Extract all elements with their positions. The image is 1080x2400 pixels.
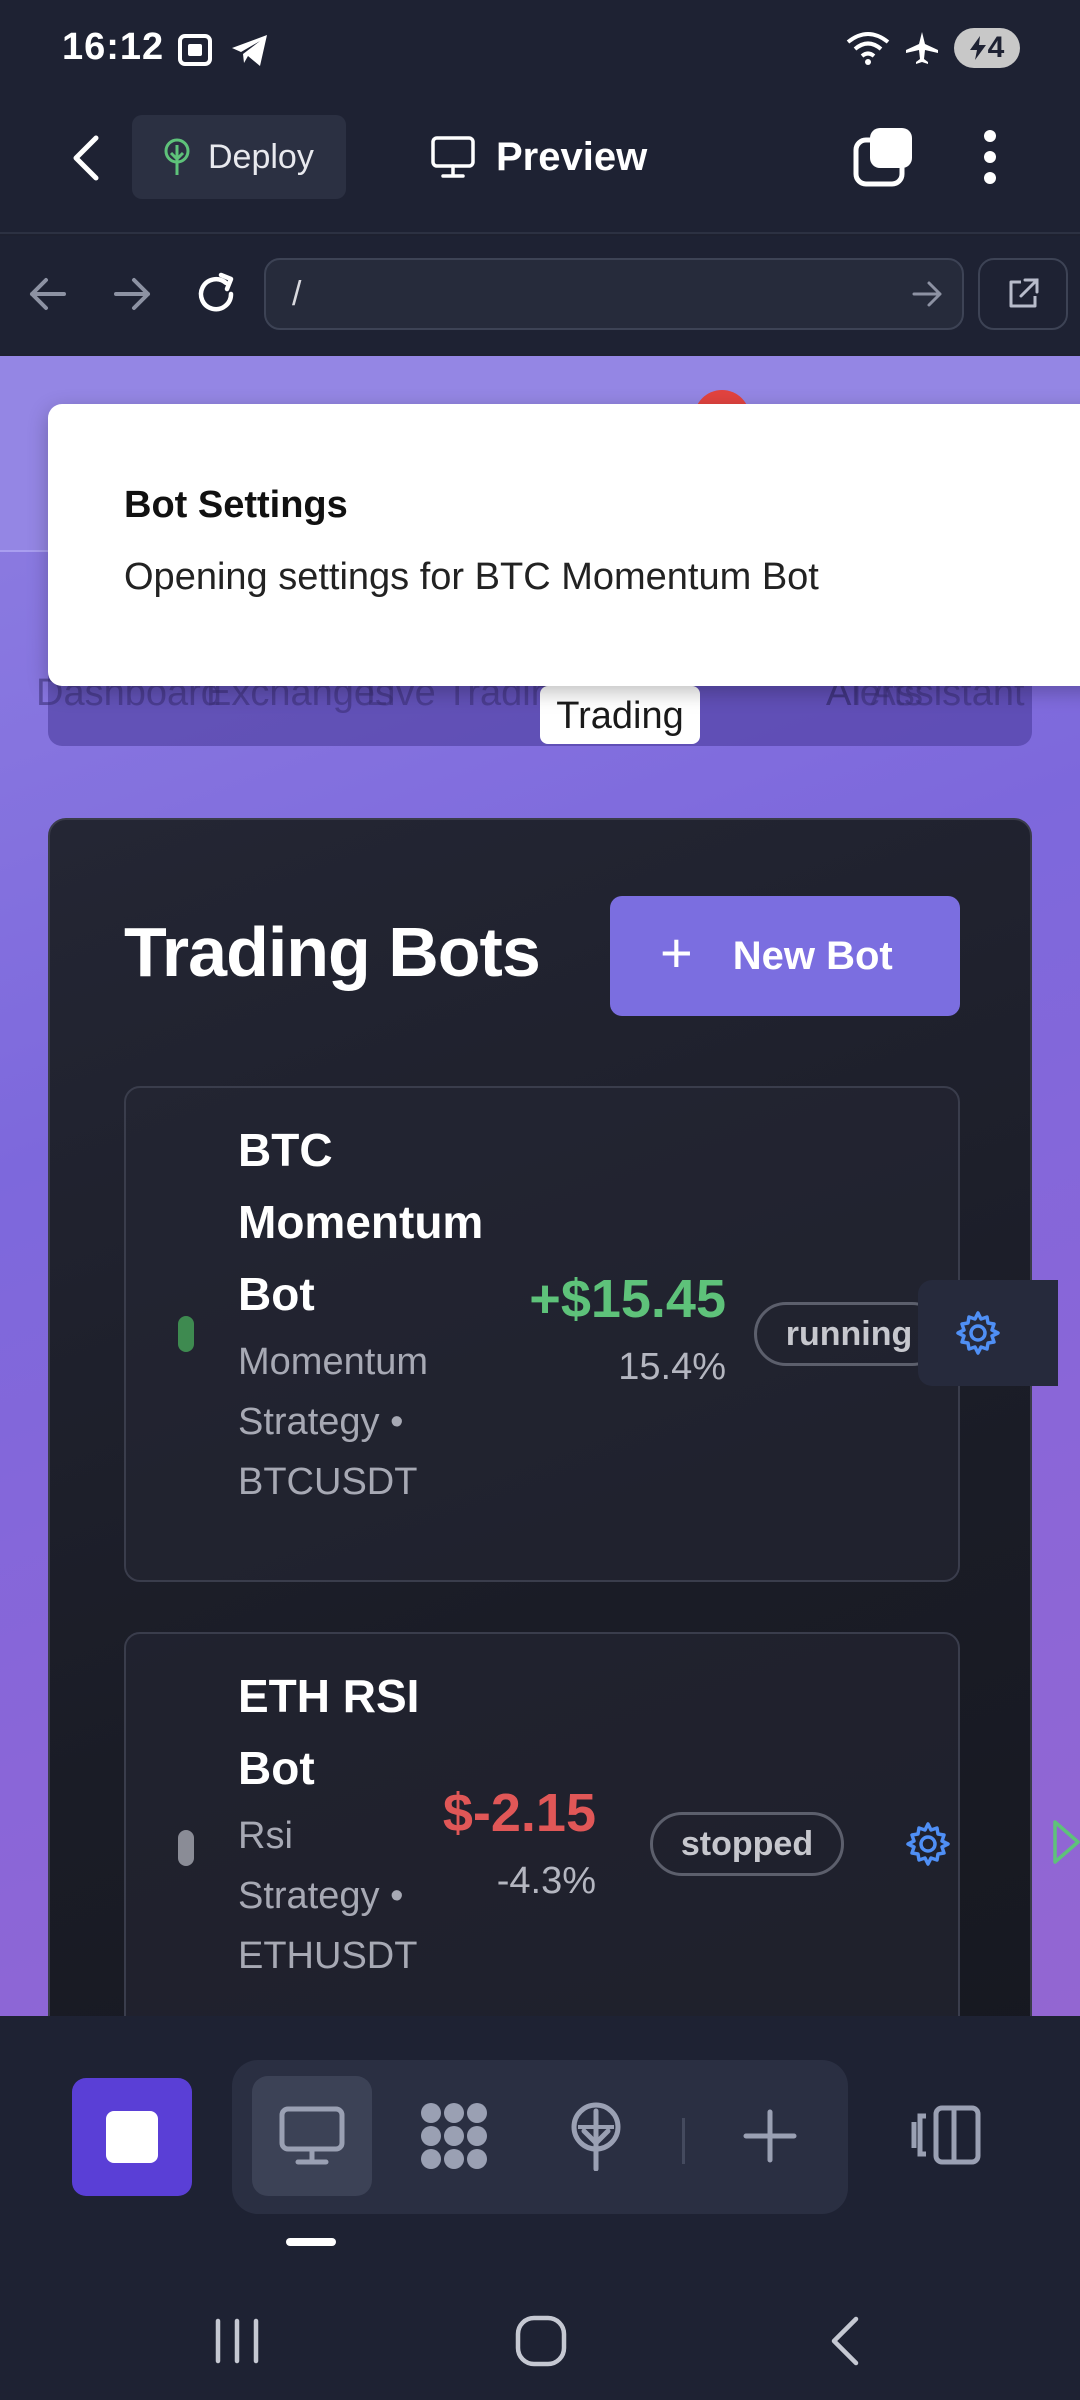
play-icon[interactable]: [1052, 1818, 1080, 1866]
chevron-left-icon: [73, 135, 99, 181]
status-badge: running: [754, 1302, 944, 1366]
status-icons-left: [175, 30, 271, 70]
deploy-tree-icon: [571, 2102, 621, 2171]
status-time: 16:12: [62, 26, 165, 68]
new-bot-button[interactable]: + New Bot: [610, 896, 960, 1016]
plus-icon: +: [660, 921, 693, 984]
deploy-tool-button[interactable]: [536, 2076, 656, 2196]
go-arrow-icon[interactable]: [910, 276, 946, 312]
browser-back-button[interactable]: [20, 266, 76, 322]
bot-card-btc-momentum[interactable]: BTC Momentum Bot Momentum Strategy • BTC…: [124, 1086, 960, 1582]
more-dot-icon: [984, 130, 996, 142]
split-panel-icon: [911, 2105, 981, 2165]
telegram-icon: [232, 35, 267, 66]
bot-settings-button[interactable]: [918, 1280, 1058, 1386]
external-link-icon: [1009, 278, 1039, 308]
stop-button[interactable]: [72, 2078, 192, 2196]
home-button[interactable]: [496, 2296, 586, 2386]
active-tab-indicator: [286, 2238, 336, 2246]
deploy-tree-icon: [164, 138, 190, 175]
bot-strategy: Momentum Strategy • BTCUSDT: [238, 1332, 428, 1512]
bot-pnl: +$15.45: [529, 1269, 726, 1329]
toast-title: Bot Settings: [124, 484, 348, 526]
back-button[interactable]: [60, 128, 110, 188]
bot-pnl-percent: 15.4%: [618, 1346, 726, 1388]
settings-gear-icon[interactable]: [904, 1820, 952, 1868]
bot-name-line: Momentum: [238, 1196, 484, 1248]
arrow-left-icon: [30, 278, 66, 310]
monitor-icon: [279, 2106, 345, 2165]
bot-pnl: $-2.15: [442, 1783, 596, 1843]
tabs-stack-icon: [853, 128, 912, 187]
url-text: /: [292, 274, 302, 313]
bot-strategy-line: Momentum: [238, 1341, 429, 1383]
chevron-left-icon: [831, 2316, 859, 2366]
new-bot-label: New Bot: [732, 933, 893, 978]
bot-strategy-line: Strategy •: [238, 1401, 404, 1443]
system-back-button[interactable]: [800, 2296, 890, 2386]
reload-icon: [198, 272, 234, 312]
toast-description: Opening settings for BTC Momentum Bot: [124, 556, 819, 598]
status-bar: 16:12 4: [0, 0, 1080, 100]
bot-name-line: BTC: [238, 1124, 333, 1176]
recent-apps-button[interactable]: [192, 2296, 282, 2386]
bot-pnl-percent: -4.3%: [496, 1860, 596, 1902]
url-input[interactable]: /: [264, 258, 964, 330]
plus-icon: [743, 2109, 797, 2163]
status-icons-right: 4: [846, 28, 1020, 68]
home-icon: [515, 2315, 567, 2367]
stop-icon: [106, 2111, 158, 2163]
trading-bots-panel: Trading Bots + New Bot BTC Momentum Bot …: [48, 818, 1032, 2016]
reload-button[interactable]: [188, 266, 244, 322]
bot-strategy-line: ETHUSDT: [238, 1935, 418, 1977]
bot-name-line: ETH RSI: [238, 1670, 420, 1722]
wifi-icon: [846, 32, 890, 65]
tool-group: [232, 2060, 848, 2214]
toolbar-divider: [682, 2118, 685, 2164]
deploy-button[interactable]: Deploy: [132, 115, 346, 199]
screenshot-icon: [178, 34, 212, 66]
status-indicator: [178, 1316, 194, 1352]
preview-tab[interactable]: Preview: [430, 122, 647, 192]
workspace-tool-button[interactable]: [394, 2076, 514, 2196]
battery-level: 4: [987, 31, 1005, 64]
arrow-right-icon: [114, 278, 150, 310]
preview-label: Preview: [496, 134, 648, 179]
more-options-button[interactable]: [970, 124, 1010, 190]
panel-toggle-button[interactable]: [906, 2092, 986, 2178]
preview-tool-button[interactable]: [252, 2076, 372, 2196]
toast-notification: Bot Settings Opening settings for BTC Mo…: [48, 404, 1080, 686]
windows-button[interactable]: [850, 126, 916, 188]
web-preview: Dashboard Exchanges Live Trading Alerts …: [0, 356, 1080, 2016]
airplane-icon: [906, 32, 938, 64]
open-external-button[interactable]: [978, 258, 1068, 330]
settings-gear-icon: [956, 1311, 1000, 1355]
app-top-bar: Deploy Preview: [0, 100, 1080, 234]
deploy-label: Deploy: [208, 137, 314, 176]
browser-forward-button[interactable]: [104, 266, 160, 322]
bot-strategy-line: BTCUSDT: [238, 1461, 418, 1503]
more-dot-icon: [984, 151, 996, 163]
recent-apps-icon: [215, 2318, 259, 2364]
browser-bar: /: [0, 236, 1080, 354]
panel-title: Trading Bots: [124, 913, 541, 991]
more-dot-icon: [984, 172, 996, 184]
bot-card-eth-rsi[interactable]: ETH RSI Bot Rsi Strategy • ETHUSDT $-2.1…: [124, 1632, 960, 2016]
add-tool-button[interactable]: [710, 2076, 830, 2196]
replit-blob-icon: [421, 2103, 487, 2169]
status-badge: stopped: [650, 1812, 844, 1876]
monitor-icon: [431, 136, 475, 178]
battery-charging-icon: 4: [954, 28, 1020, 68]
system-navigation-bar: [0, 2276, 1080, 2400]
bottom-toolbar: [0, 2016, 1080, 2276]
status-indicator: [178, 1830, 194, 1866]
nav-link-trading-bots-active[interactable]: Trading Bots: [540, 686, 700, 744]
